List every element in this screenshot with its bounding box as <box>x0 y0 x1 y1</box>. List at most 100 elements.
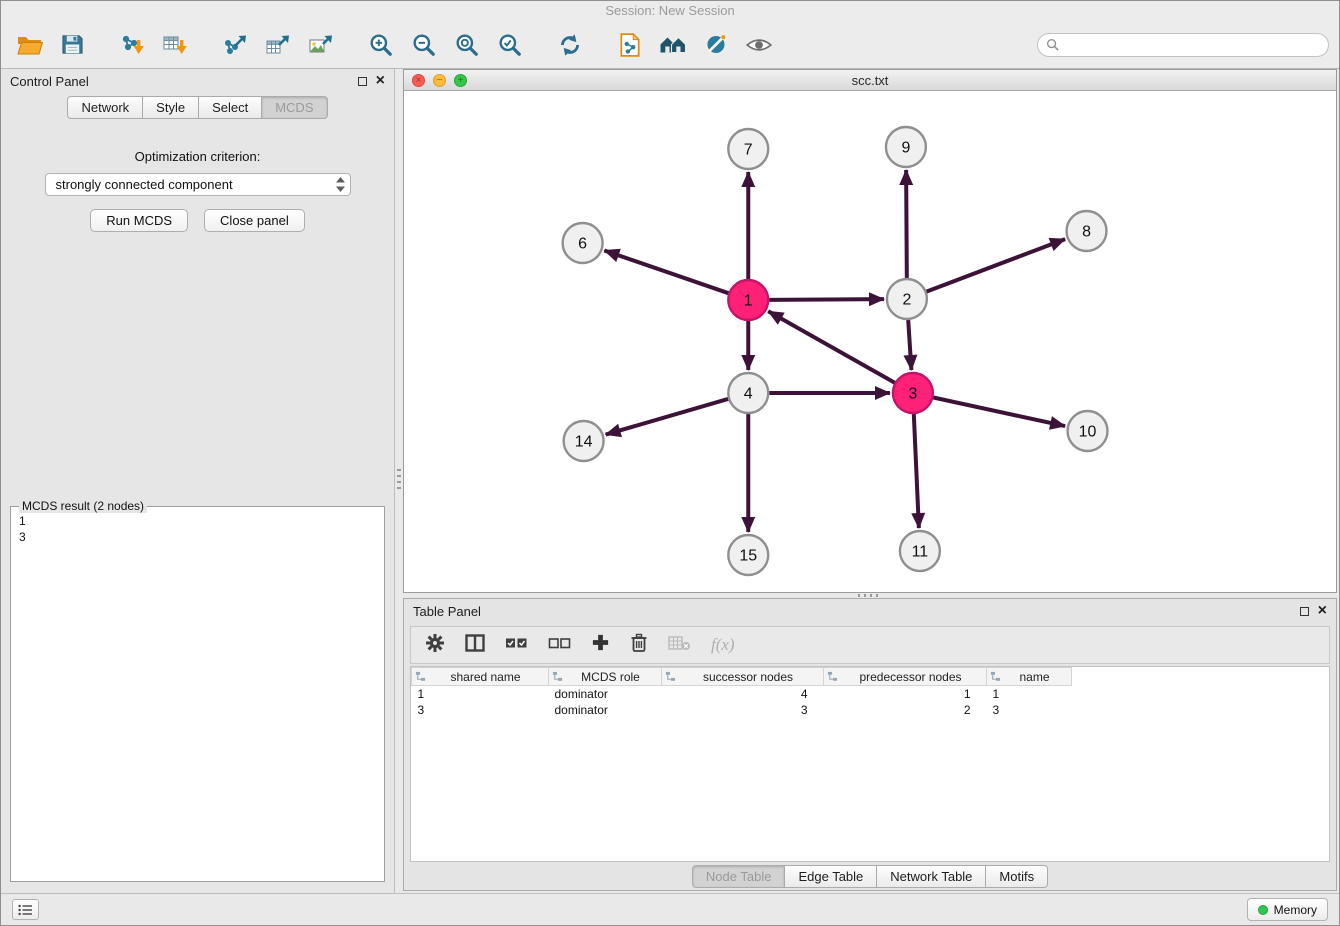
graph-node-7[interactable]: 7 <box>728 129 768 169</box>
table-row[interactable]: 3dominator323 <box>412 702 1072 718</box>
graph-node-4[interactable]: 4 <box>728 373 768 413</box>
table-cell[interactable]: dominator <box>549 702 662 718</box>
table-cell[interactable]: 3 <box>987 702 1072 718</box>
import-table-icon <box>162 33 188 57</box>
tab-network-table[interactable]: Network Table <box>877 865 986 888</box>
graph-node-label: 3 <box>908 385 917 402</box>
graph-edge-4-14[interactable] <box>606 399 728 435</box>
network-window-titlebar[interactable]: × − + scc.txt <box>404 70 1336 91</box>
tab-network[interactable]: Network <box>67 96 143 119</box>
visibility-button[interactable] <box>741 27 777 63</box>
zoom-fit-button[interactable] <box>449 27 485 63</box>
graph-edge-2-3[interactable] <box>908 320 911 370</box>
zoom-in-button[interactable] <box>363 27 399 63</box>
refresh-icon <box>557 32 583 58</box>
network-canvas[interactable]: 7 9 6 8 1 2 4 3 14 10 15 11 <box>404 91 1336 592</box>
task-history-button[interactable] <box>12 899 39 920</box>
graph-node-10[interactable]: 10 <box>1068 411 1108 451</box>
float-panel-icon[interactable] <box>358 77 367 86</box>
zoom-out-button[interactable] <box>406 27 442 63</box>
graph-node-9[interactable]: 9 <box>886 127 926 167</box>
column-header-successor-nodes[interactable]: successor nodes <box>662 668 824 686</box>
column-header-mcds-role[interactable]: MCDS role <box>549 668 662 686</box>
apply-layout-button[interactable] <box>552 27 588 63</box>
graph-node-11[interactable]: 11 <box>900 531 940 571</box>
zoom-window-icon[interactable]: + <box>454 74 467 87</box>
run-mcds-button[interactable]: Run MCDS <box>90 209 188 232</box>
search-icon <box>1046 38 1059 51</box>
criterion-dropdown[interactable]: strongly connected component <box>45 173 351 196</box>
table-cell[interactable]: 3 <box>662 702 824 718</box>
vertical-splitter[interactable] <box>395 69 403 893</box>
network-graph[interactable]: 7 9 6 8 1 2 4 3 14 10 15 11 <box>404 91 1336 592</box>
close-mcds-panel-button[interactable]: Close panel <box>204 209 305 232</box>
export-network-button[interactable] <box>217 27 253 63</box>
tab-style[interactable]: Style <box>143 96 199 119</box>
add-column-button[interactable] <box>591 633 610 657</box>
column-header-shared-name[interactable]: shared name <box>412 668 549 686</box>
tab-select[interactable]: Select <box>199 96 262 119</box>
graph-edge-3-11[interactable] <box>914 414 919 528</box>
float-table-panel-icon[interactable] <box>1300 607 1309 616</box>
graph-edge-3-10[interactable] <box>933 398 1065 427</box>
graph-edge-2-8[interactable] <box>926 239 1065 292</box>
column-header-name[interactable]: name <box>987 668 1072 686</box>
import-network-button[interactable] <box>114 27 150 63</box>
tab-node-table[interactable]: Node Table <box>692 865 786 888</box>
tab-edge-table[interactable]: Edge Table <box>785 865 877 888</box>
graph-node-label: 8 <box>1082 223 1091 240</box>
tab-mcds[interactable]: MCDS <box>262 96 327 119</box>
homes-icon <box>659 33 687 56</box>
sort-column-icon <box>827 671 838 682</box>
close-table-panel-icon[interactable]: × <box>1318 605 1327 617</box>
table-row[interactable]: 1dominator411 <box>412 686 1072 702</box>
search-input[interactable] <box>1065 38 1320 52</box>
table-settings-button[interactable] <box>425 633 445 658</box>
graph-node-1[interactable]: 1 <box>728 280 768 320</box>
control-panel: Control Panel × NetworkStyleSelectMCDS O… <box>1 69 395 893</box>
network-document-button[interactable] <box>612 27 648 63</box>
table-cell[interactable]: 3 <box>412 702 549 718</box>
column-layout-button[interactable] <box>465 634 485 657</box>
table-cell[interactable]: 1 <box>987 686 1072 702</box>
memory-button[interactable]: Memory <box>1247 898 1328 921</box>
graph-node-6[interactable]: 6 <box>563 223 603 263</box>
graph-edge-1-2[interactable] <box>769 299 884 300</box>
export-image-button[interactable] <box>303 27 339 63</box>
column-header-predecessor-nodes[interactable]: predecessor nodes <box>824 668 987 686</box>
select-all-button[interactable] <box>505 635 528 656</box>
save-session-button[interactable] <box>54 27 90 63</box>
search-box[interactable] <box>1037 33 1329 57</box>
graph-node-8[interactable]: 8 <box>1067 211 1107 251</box>
table-cell[interactable]: 1 <box>412 686 549 702</box>
open-session-button[interactable] <box>11 27 47 63</box>
zoom-selected-button[interactable] <box>492 27 528 63</box>
delete-entry-button[interactable] <box>630 633 648 658</box>
tab-motifs[interactable]: Motifs <box>986 865 1048 888</box>
close-window-icon[interactable]: × <box>412 74 425 87</box>
graph-node-3[interactable]: 3 <box>893 373 933 413</box>
table-cell[interactable]: 4 <box>662 686 824 702</box>
mcds-result-line: 1 <box>19 513 376 529</box>
minimize-window-icon[interactable]: − <box>433 74 446 87</box>
home-button[interactable] <box>655 27 691 63</box>
table-cell[interactable]: 2 <box>824 702 987 718</box>
graph-edge-2-9[interactable] <box>906 170 907 278</box>
export-table-button[interactable] <box>260 27 296 63</box>
graphics-details-button[interactable] <box>698 27 734 63</box>
table-cell[interactable]: 1 <box>824 686 987 702</box>
mcds-result-list[interactable]: 13 <box>11 507 384 551</box>
deselect-all-button[interactable] <box>548 635 571 656</box>
sort-column-icon <box>990 671 1001 682</box>
graph-node-2[interactable]: 2 <box>887 279 927 319</box>
close-panel-icon[interactable]: × <box>376 75 385 87</box>
import-table-button[interactable] <box>157 27 193 63</box>
graph-edge-3-1[interactable] <box>768 311 894 382</box>
function-builder-button[interactable]: f(x) <box>711 635 735 655</box>
graph-node-14[interactable]: 14 <box>564 421 604 461</box>
table-cell[interactable]: dominator <box>549 686 662 702</box>
graph-edge-1-6[interactable] <box>604 251 728 294</box>
titlebar[interactable]: Session: New Session <box>1 1 1339 21</box>
delete-table-button[interactable] <box>668 635 691 656</box>
graph-node-15[interactable]: 15 <box>728 535 768 575</box>
